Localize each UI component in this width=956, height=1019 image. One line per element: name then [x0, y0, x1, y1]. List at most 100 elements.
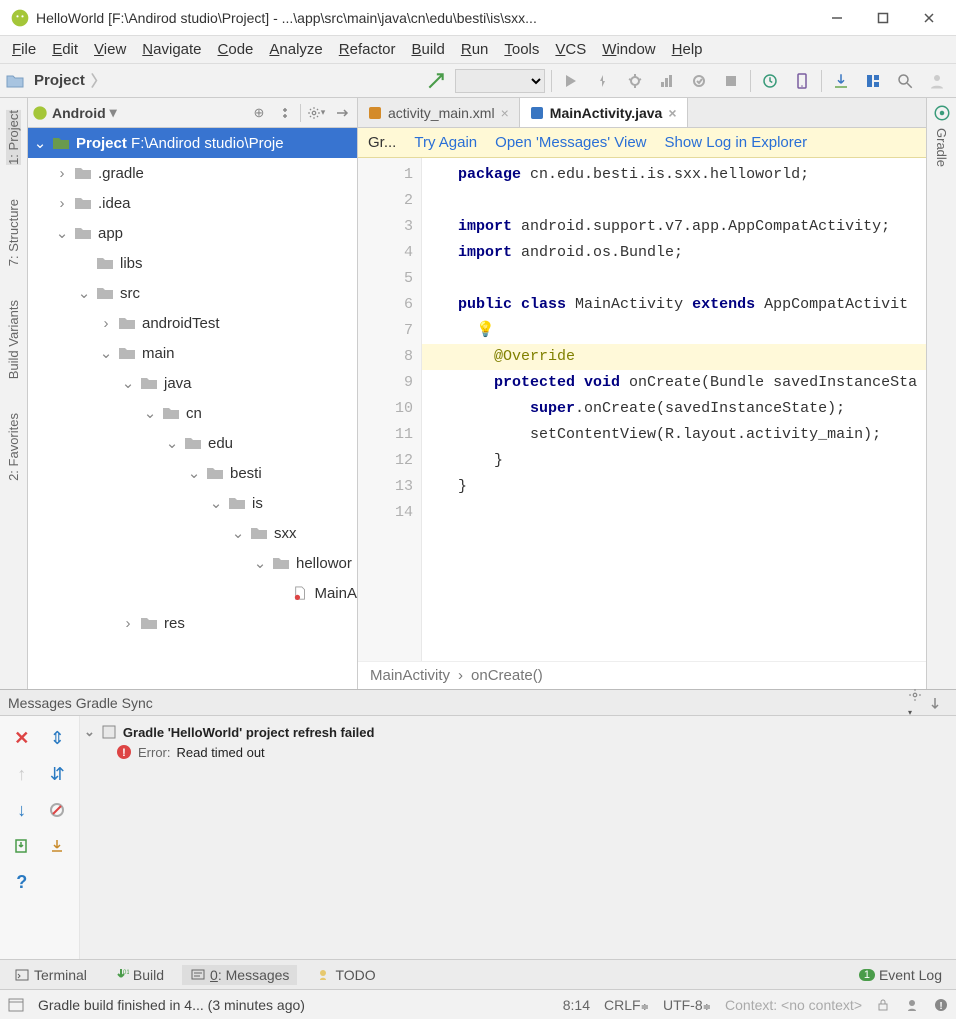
menu-window[interactable]: Window: [594, 38, 663, 61]
user-icon[interactable]: [924, 68, 950, 94]
cursor-position[interactable]: 8:14: [563, 997, 590, 1013]
lock-icon[interactable]: [876, 998, 890, 1012]
tree-item-androidtest[interactable]: ›androidTest: [28, 308, 357, 338]
tree-item-libs[interactable]: libs: [28, 248, 357, 278]
tree-item-hellowor[interactable]: ⌄hellowor: [28, 548, 357, 578]
breadcrumb-method[interactable]: onCreate(): [471, 667, 543, 684]
line-separator[interactable]: CRLF≑: [604, 997, 649, 1013]
code-editor[interactable]: 1234567891011121314 package cn.edu.besti…: [358, 158, 926, 661]
hide-button[interactable]: [331, 102, 353, 124]
notifications-icon[interactable]: !: [934, 998, 948, 1012]
scroll-from-source-button[interactable]: ⊕: [248, 102, 270, 124]
left-tool-7-structure[interactable]: 7: Structure: [6, 199, 21, 266]
stop-rerun-icon[interactable]: [40, 792, 76, 828]
message-error-row[interactable]: ! Error: Read timed out: [84, 742, 952, 762]
sdk-manager-button[interactable]: [828, 68, 854, 94]
tree-item-is[interactable]: ⌄is: [28, 488, 357, 518]
tree-item-src[interactable]: ⌄src: [28, 278, 357, 308]
menubar: FileEditViewNavigateCodeAnalyzeRefactorB…: [0, 36, 956, 64]
run-button[interactable]: [558, 68, 584, 94]
tree-item-res[interactable]: ›res: [28, 608, 357, 638]
minimize-button[interactable]: [814, 0, 860, 36]
settings-button[interactable]: ▾: [305, 102, 327, 124]
notice-link-open-messages-view[interactable]: Open 'Messages' View: [495, 134, 646, 151]
close-button[interactable]: [906, 0, 952, 36]
apply-changes-button[interactable]: [590, 68, 616, 94]
tree-item--gradle[interactable]: ›.gradle: [28, 158, 357, 188]
left-tool-build-variants[interactable]: Build Variants: [6, 300, 21, 379]
avd-manager-button[interactable]: [789, 68, 815, 94]
search-button[interactable]: [892, 68, 918, 94]
tree-item--idea[interactable]: ›.idea: [28, 188, 357, 218]
notice-link-try-again[interactable]: Try Again: [414, 134, 477, 151]
context-indicator[interactable]: Context: <no context>: [725, 997, 862, 1013]
debug-button[interactable]: [622, 68, 648, 94]
bottom-tool-terminal[interactable]: Terminal: [6, 965, 95, 985]
settings-button[interactable]: ▾: [908, 688, 928, 718]
menu-file[interactable]: File: [4, 38, 44, 61]
breadcrumb-class[interactable]: MainActivity: [370, 667, 450, 684]
bottom-tool-0-messages[interactable]: 0: Messages: [182, 965, 297, 985]
tree-item-cn[interactable]: ⌄cn: [28, 398, 357, 428]
close-icon[interactable]: ×: [501, 105, 509, 121]
project-view-selector[interactable]: Android ▾: [32, 104, 244, 121]
run-config-selector[interactable]: [455, 69, 545, 93]
hide-button[interactable]: [928, 696, 948, 710]
file-encoding[interactable]: UTF-8≑: [663, 997, 711, 1013]
help-icon[interactable]: ?: [4, 864, 40, 900]
menu-code[interactable]: Code: [210, 38, 262, 61]
code-content[interactable]: package cn.edu.besti.is.sxx.helloworld; …: [422, 158, 926, 661]
tree-root[interactable]: ⌄Project F:\Andirod studio\Proje: [28, 128, 357, 158]
notice-link-show-log-in-explorer[interactable]: Show Log in Explorer: [665, 134, 808, 151]
inspector-icon[interactable]: [904, 997, 920, 1013]
menu-run[interactable]: Run: [453, 38, 497, 61]
import-icon[interactable]: [40, 828, 76, 864]
stop-button[interactable]: [718, 68, 744, 94]
menu-refactor[interactable]: Refactor: [331, 38, 404, 61]
prev-icon[interactable]: ↑: [4, 756, 40, 792]
left-tool-1-project[interactable]: 1: Project: [6, 110, 21, 165]
collapse-all-button[interactable]: [274, 102, 296, 124]
collapse-all-icon[interactable]: ⇵: [40, 756, 76, 792]
menu-build[interactable]: Build: [403, 38, 452, 61]
tab-activity-main-xml[interactable]: activity_main.xml×: [358, 98, 520, 127]
menu-tools[interactable]: Tools: [496, 38, 547, 61]
attach-debugger-button[interactable]: [686, 68, 712, 94]
message-header-row[interactable]: ⌄ Gradle 'HelloWorld' project refresh fa…: [84, 722, 952, 742]
layout-inspector-button[interactable]: [860, 68, 886, 94]
menu-help[interactable]: Help: [664, 38, 711, 61]
left-tool-2-favorites[interactable]: 2: Favorites: [6, 413, 21, 481]
tree-item-app[interactable]: ⌄app: [28, 218, 357, 248]
menu-view[interactable]: View: [86, 38, 134, 61]
tree-item-main[interactable]: ⌄main: [28, 338, 357, 368]
tree-item-maina[interactable]: MainA: [28, 578, 357, 608]
bottom-tool-build[interactable]: 01Build: [105, 965, 172, 985]
menu-analyze[interactable]: Analyze: [261, 38, 330, 61]
tab-mainactivity-java[interactable]: MainActivity.java×: [520, 98, 688, 127]
project-pane-header: Android ▾ ⊕ ▾: [28, 98, 357, 128]
menu-vcs[interactable]: VCS: [547, 38, 594, 61]
tree-item-sxx[interactable]: ⌄sxx: [28, 518, 357, 548]
gradle-tool-button[interactable]: Gradle: [934, 128, 949, 167]
tree-item-edu[interactable]: ⌄edu: [28, 428, 357, 458]
project-tree[interactable]: ⌄Project F:\Andirod studio\Proje›.gradle…: [28, 128, 357, 689]
make-button[interactable]: [423, 68, 449, 94]
maximize-button[interactable]: [860, 0, 906, 36]
event-log-button[interactable]: 1Event Log: [851, 965, 950, 985]
expand-all-icon[interactable]: ⇕: [40, 720, 76, 756]
profile-button[interactable]: [654, 68, 680, 94]
tree-item-besti[interactable]: ⌄besti: [28, 458, 357, 488]
tree-item-java[interactable]: ⌄java: [28, 368, 357, 398]
menu-edit[interactable]: Edit: [44, 38, 86, 61]
close-icon[interactable]: ×: [668, 105, 676, 121]
menu-navigate[interactable]: Navigate: [134, 38, 209, 61]
export-icon[interactable]: [4, 828, 40, 864]
messages-content[interactable]: ⌄ Gradle 'HelloWorld' project refresh fa…: [80, 716, 956, 959]
close-icon[interactable]: ✕: [4, 720, 40, 756]
status-window-icon[interactable]: [8, 997, 24, 1013]
breadcrumb-item[interactable]: Project: [28, 72, 91, 89]
next-icon[interactable]: ↓: [4, 792, 40, 828]
svg-text:!: !: [939, 1001, 942, 1012]
sync-gradle-button[interactable]: [757, 68, 783, 94]
bottom-tool-todo[interactable]: TODO: [307, 965, 383, 985]
